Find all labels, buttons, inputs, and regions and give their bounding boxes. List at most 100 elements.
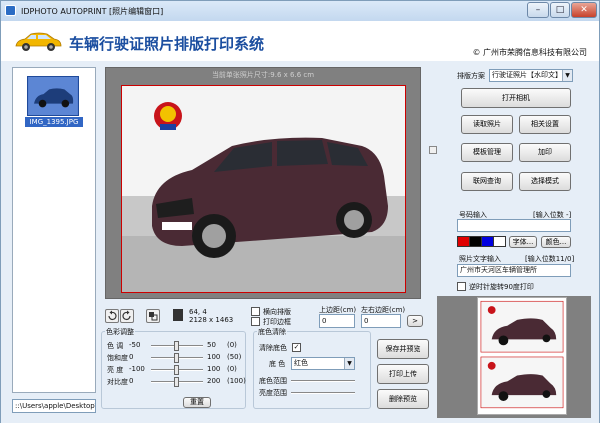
adjust-min: 0	[129, 377, 134, 385]
adjust-value: 200	[207, 377, 221, 385]
chevron-down-icon: ▼	[344, 358, 354, 369]
maximize-button[interactable]: □	[550, 2, 570, 18]
photo-text-label: 照片文字输入	[459, 255, 501, 263]
adjust-min: -100	[129, 365, 145, 373]
layout-scheme-label: 排版方案	[457, 72, 485, 80]
print-preview[interactable]	[477, 297, 567, 415]
adjust-min: 0	[129, 353, 134, 361]
adjust-label: 饱和度	[107, 354, 128, 362]
settings-button[interactable]: 相关设置	[519, 115, 571, 134]
select-mode-button[interactable]: 选择模式	[519, 172, 571, 191]
adjust-label: 对比度	[107, 378, 128, 386]
photo-text-field[interactable]: 广州市天河区车辆管理所	[457, 264, 571, 277]
image-dpi: 64, 4	[189, 308, 207, 316]
adjust-label: 色 调	[107, 342, 124, 350]
open-camera-button[interactable]: 打开相机	[461, 88, 571, 108]
thumbnail-list[interactable]: IMG_1395.JPG	[12, 67, 96, 393]
path-field[interactable]: ::\Users\apple\Desktop\新建	[12, 399, 96, 413]
crop-button[interactable]	[146, 309, 160, 323]
print-preview-image	[480, 300, 564, 409]
plate-number-field[interactable]	[457, 219, 571, 232]
car-logo-icon	[15, 32, 62, 51]
delete-preview-button[interactable]: 删除预览	[377, 389, 429, 409]
vehicle-photo[interactable]	[121, 85, 406, 293]
print-upload-button[interactable]: 打印上传	[377, 364, 429, 384]
adjust-slider[interactable]	[151, 365, 203, 375]
adjust-label: 亮 度	[107, 366, 124, 374]
adjust-default: (0)	[227, 341, 237, 349]
company-name: © 广州市荣腾信息科技有限公司	[472, 48, 587, 57]
landscape-label: 横向排版	[263, 308, 291, 316]
brightness-range-slider[interactable]	[291, 388, 355, 398]
window-title: IDPHOTO AUTOPRINT [照片编辑窗口]	[21, 7, 164, 16]
bg-range-label: 底色范围	[259, 377, 287, 385]
thumbnail-caption: IMG_1395.JPG	[25, 117, 83, 127]
title-bar: IDPHOTO AUTOPRINT [照片编辑窗口] – □ ✕	[1, 1, 599, 21]
adjust-default: (100)	[227, 377, 246, 385]
layout-scheme-value: 行驶证照片【水印文】	[492, 71, 562, 79]
clear-bg-checkbox[interactable]: ✓	[292, 343, 301, 352]
vehicle-photo-image	[122, 86, 405, 292]
adjust-min: -50	[129, 341, 141, 349]
rotate-left-icon	[108, 310, 117, 320]
chevron-down-icon: ▼	[562, 70, 572, 81]
print-border-label: 打印边框	[263, 318, 291, 326]
layout-scheme-select[interactable]: 行驶证照片【水印文】 ▼	[489, 69, 573, 82]
image-dimensions: 2128 x 1463	[189, 316, 234, 324]
adjust-value: 100	[207, 365, 221, 373]
watermark-button[interactable]: 加印	[519, 143, 571, 162]
slider-knob[interactable]	[174, 353, 179, 363]
adjust-default: (0)	[227, 365, 237, 373]
adjust-default: (50)	[227, 353, 242, 361]
rotate-right-icon	[122, 310, 131, 320]
image-info-icon	[173, 309, 183, 321]
photo-canvas: 当前单张照片尺寸:9.6 x 6.6 cm	[105, 67, 421, 299]
car-thumbnail-icon	[28, 77, 78, 115]
adjust-slider[interactable]	[151, 341, 203, 351]
bg-range-slider[interactable]	[291, 376, 355, 386]
app-header: 车辆行驶证照片排版打印系统 © 广州市荣腾信息科技有限公司	[1, 21, 599, 61]
slider-knob[interactable]	[174, 341, 179, 351]
minimize-button[interactable]: –	[527, 2, 549, 18]
apply-margin-button[interactable]: >	[407, 315, 423, 327]
landscape-checkbox[interactable]	[251, 307, 260, 316]
reset-button[interactable]: 重置	[183, 397, 211, 408]
bg-color-select[interactable]: 红色 ▼	[291, 357, 355, 370]
thumbnail-image[interactable]	[27, 76, 79, 116]
slider-knob[interactable]	[174, 365, 179, 375]
collapse-toggle[interactable]	[429, 146, 437, 154]
photo-text-hint: [输入位数11/0]	[525, 255, 575, 263]
adjust-slider[interactable]	[151, 353, 203, 363]
online-query-button[interactable]: 联网查询	[461, 172, 513, 191]
adjust-value: 100	[207, 353, 221, 361]
read-photo-button[interactable]: 读取照片	[461, 115, 513, 134]
rotate-print-checkbox[interactable]	[457, 282, 466, 291]
bg-clean-title: 底色清除	[257, 327, 287, 337]
color-swatch[interactable]	[493, 236, 506, 247]
top-margin-field[interactable]: 0	[319, 314, 355, 328]
save-preview-button[interactable]: 保存并预览	[377, 339, 429, 359]
color-adjust-title: 色彩调整	[105, 327, 135, 337]
lr-margin-field[interactable]: 0	[361, 314, 401, 328]
rotate-print-label: 逆时针旋转90度打印	[469, 283, 534, 291]
font-button[interactable]: 字体...	[509, 236, 537, 248]
brightness-range-label: 亮度范围	[259, 389, 287, 397]
template-manage-button[interactable]: 模板管理	[461, 143, 513, 162]
rotate-right-button[interactable]	[120, 309, 134, 323]
adjust-value: 50	[207, 341, 216, 349]
clear-bg-label: 清除底色	[259, 344, 287, 352]
crop-icon	[149, 312, 158, 321]
bg-color-label: 底 色	[269, 360, 286, 368]
app-window: IDPHOTO AUTOPRINT [照片编辑窗口] – □ ✕ 车辆行驶证照片…	[0, 0, 600, 423]
bg-color-value: 红色	[294, 359, 308, 367]
rotate-left-button[interactable]	[105, 309, 119, 323]
canvas-size-hint: 当前单张照片尺寸:9.6 x 6.6 cm	[211, 71, 315, 79]
adjust-slider[interactable]	[151, 377, 203, 387]
color-button[interactable]: 颜色...	[541, 236, 571, 248]
slider-knob[interactable]	[174, 377, 179, 387]
app-title: 车辆行驶证照片排版打印系统	[69, 35, 265, 53]
app-icon	[5, 5, 16, 16]
main-area: IMG_1395.JPG ::\Users\apple\Desktop\新建 当…	[1, 61, 599, 423]
print-border-checkbox[interactable]	[251, 317, 260, 326]
close-button[interactable]: ✕	[571, 2, 597, 18]
